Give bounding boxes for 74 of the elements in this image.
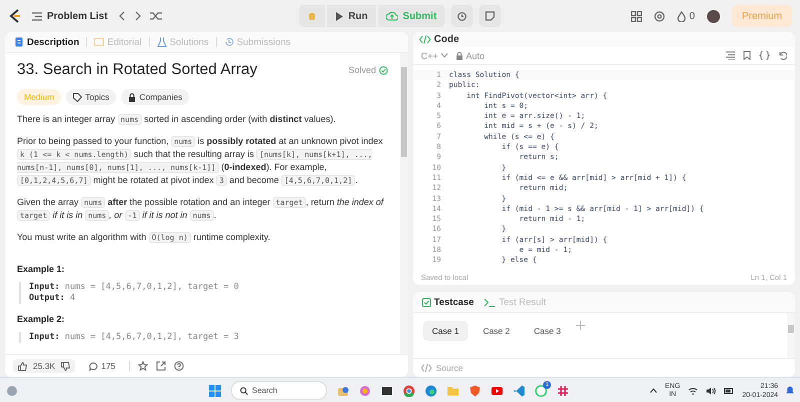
document-icon [14,37,24,47]
history-icon [224,37,234,47]
case-tab[interactable]: Case 2 [474,321,519,341]
taskbar-search[interactable]: Search [231,381,327,400]
battery-icon[interactable] [724,386,734,394]
example-line: Output: 4 [29,293,76,304]
example-line: Input: nums = [4,5,6,7,0,1,2], target = 3 [29,332,240,343]
hash-icon[interactable] [557,384,569,396]
play-icon [335,12,344,20]
problem-list-button[interactable]: Problem List [30,8,110,24]
chevron-down-icon [441,53,448,58]
share-icon[interactable] [156,361,166,371]
code-panel-title: Code [434,34,459,45]
comments-button[interactable]: 175 [83,360,122,372]
book-icon [94,37,104,47]
cloud-upload-icon [386,11,398,21]
align-icon[interactable] [726,51,735,60]
bookmark-icon[interactable] [743,51,751,60]
lock-icon [456,52,464,60]
thumbs-down-icon[interactable] [61,362,70,370]
scrollbar[interactable] [400,53,408,354]
avatar[interactable] [706,10,720,22]
code-icon [421,364,432,372]
companies-tag[interactable]: Companies [121,89,190,105]
mode-label: Auto [466,50,485,60]
chevron-up-icon[interactable] [650,388,658,393]
logo-icon[interactable] [8,8,22,24]
flask-icon [156,37,167,47]
help-icon[interactable] [174,361,184,371]
note-icon [484,11,495,21]
like-count: 25.3K [33,361,56,371]
alarm-clock-icon [456,11,467,21]
braces-icon[interactable] [759,51,770,60]
grid-icon[interactable] [631,10,642,22]
difficulty-tag: Medium [17,89,62,105]
settings-icon[interactable] [654,10,666,22]
example-line: Input: nums = [4,5,6,7,0,1,2], target = 0 [29,282,240,293]
code-icon [419,35,431,44]
comment-icon [89,362,98,370]
shuffle-icon[interactable] [150,11,162,21]
tab[interactable]: Testcase [419,294,477,310]
list-icon [32,12,42,20]
wifi-icon[interactable] [688,386,698,394]
solved-status: Solved [348,65,376,75]
undo-icon[interactable] [778,51,787,60]
scrollbar[interactable] [787,313,795,358]
example-title: Example 2: [17,314,66,324]
shield-icon[interactable] [469,384,481,396]
case-tab[interactable]: Case 1 [423,321,468,341]
play-button-icon[interactable] [491,384,503,396]
lock-icon [128,92,136,102]
chrome-icon[interactable] [403,384,415,396]
search-icon [240,386,248,394]
terminal-icon [484,298,496,306]
tab[interactable]: Description [11,34,82,50]
start-icon[interactable] [209,384,221,396]
window-icon[interactable] [381,384,393,396]
topics-tag[interactable]: Topics [66,89,116,105]
streak-count: 0 [689,10,695,22]
problem-title: 33. Search in Rotated Sorted Array [17,61,258,79]
star-icon[interactable] [138,361,148,371]
bell-icon[interactable] [786,386,794,395]
speaker-icon[interactable] [706,386,716,394]
thumbs-up-icon [18,362,27,370]
case-tab[interactable]: Case 3 [524,321,570,341]
timer-button[interactable] [450,5,473,27]
example-title: Example 1: [17,264,66,274]
checkbox-icon [422,298,431,306]
notes-button[interactable] [478,5,501,27]
edge-icon[interactable] [425,384,437,396]
like-button[interactable]: 25.3K [13,359,76,373]
check-circle-icon [379,66,388,74]
tag-icon [73,92,82,102]
run-button[interactable]: Run [327,5,376,27]
